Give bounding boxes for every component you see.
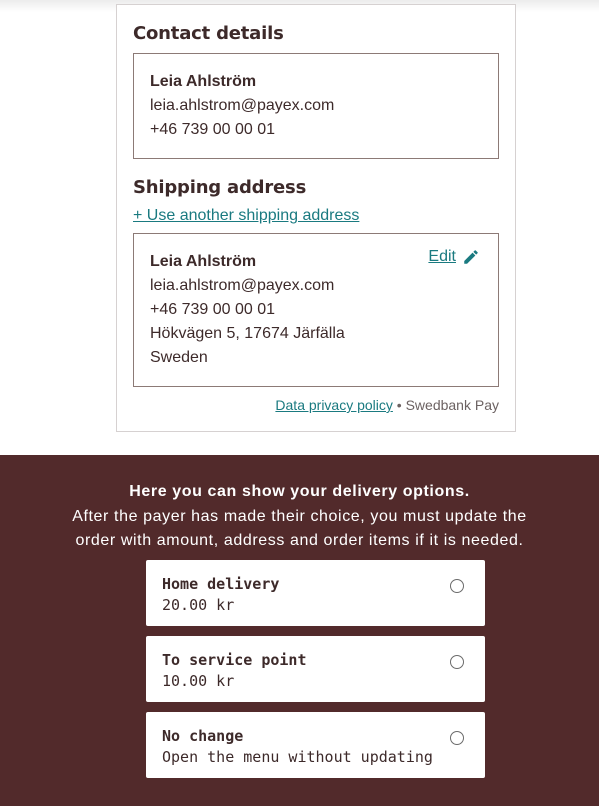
option-subtitle: Open the menu without updating (162, 748, 433, 766)
edit-shipping-button[interactable]: Edit (428, 248, 480, 266)
shipping-phone: +46 739 00 00 01 (150, 301, 276, 318)
delivery-option-service-point[interactable]: To service point 10.00 kr (146, 636, 485, 702)
powered-by-note: Data privacy policy • Swedbank Pay (275, 397, 499, 413)
shipping-street: Hökvägen 5, 17674 Järfälla (150, 325, 345, 342)
delivery-headline: Here you can show your delivery options. (129, 483, 470, 500)
delivery-description-line-1: After the payer has made their choice, y… (72, 508, 527, 525)
shipping-name: Leia Ahlström (150, 253, 257, 270)
radio-button[interactable] (450, 731, 464, 745)
radio-button[interactable] (450, 579, 464, 593)
checkout-card: Contact details Leia Ahlström leia.ahlst… (116, 4, 516, 432)
option-title: To service point (162, 651, 307, 669)
shipping-address-heading: Shipping address (133, 177, 307, 198)
shipping-country: Sweden (150, 349, 208, 366)
option-price: 20.00 kr (162, 596, 235, 614)
data-privacy-policy-link[interactable]: Data privacy policy (275, 397, 393, 413)
option-title: No change (162, 727, 244, 745)
contact-phone: +46 739 00 00 01 (150, 121, 276, 138)
shipping-address-box: Leia Ahlström Edit leia.ahlstrom@payex.c… (133, 233, 499, 387)
swedbank-pay-brand: Swedbank Pay (405, 397, 499, 413)
footer-separator: • (392, 397, 406, 413)
edit-label: Edit (428, 248, 456, 265)
delivery-description-line-2: order with amount, address and order ite… (75, 532, 524, 549)
contact-details-box: Leia Ahlström leia.ahlstrom@payex.com +4… (133, 53, 499, 159)
option-price: 10.00 kr (162, 672, 235, 690)
option-title: Home delivery (162, 575, 280, 593)
delivery-option-home-delivery[interactable]: Home delivery 20.00 kr (146, 560, 485, 626)
delivery-options-panel: Here you can show your delivery options.… (0, 455, 599, 806)
use-another-shipping-address-link[interactable]: + Use another shipping address (133, 207, 359, 225)
contact-email: leia.ahlstrom@payex.com (150, 97, 335, 114)
radio-button[interactable] (450, 655, 464, 669)
contact-name: Leia Ahlström (150, 73, 257, 90)
checkout-panel-area: Contact details Leia Ahlström leia.ahlst… (0, 0, 599, 455)
delivery-option-no-change[interactable]: No change Open the menu without updating (146, 712, 485, 778)
pencil-icon (464, 250, 478, 264)
contact-details-heading: Contact details (133, 23, 284, 44)
shipping-email: leia.ahlstrom@payex.com (150, 277, 335, 294)
